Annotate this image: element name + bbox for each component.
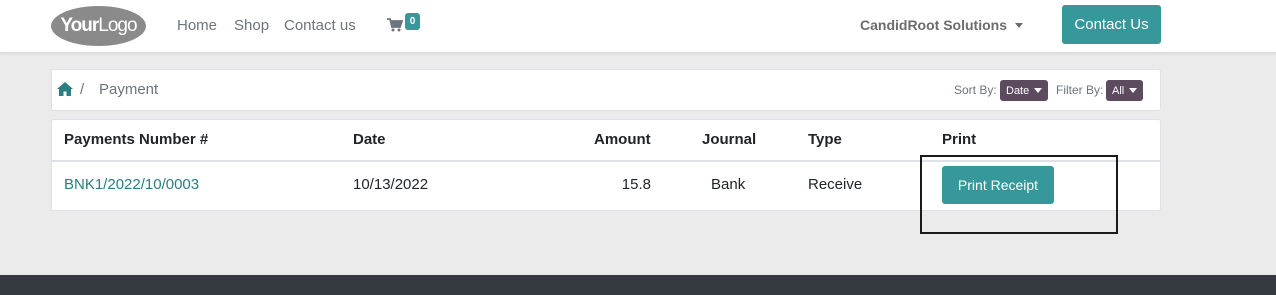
breadcrumb: / Payment Sort By: Date Filter By: All — [51, 69, 1161, 111]
column-header-date: Date — [353, 131, 386, 148]
sort-by-dropdown[interactable]: Date — [1000, 80, 1049, 101]
breadcrumb-current: Payment — [99, 81, 159, 98]
filter-by-value: All — [1112, 84, 1125, 97]
filter-by-dropdown[interactable]: All — [1106, 80, 1144, 101]
column-header-number: Payments Number # — [64, 131, 209, 148]
cart-icon — [387, 18, 403, 32]
payment-amount: 15.8 — [621, 176, 651, 193]
footer — [0, 275, 1276, 295]
top-navbar: Your Logo Home Shop Contact us 0 CandidRo… — [0, 0, 1276, 53]
contact-us-button[interactable]: Contact Us — [1062, 5, 1161, 44]
nav-contact-us[interactable]: Contact us — [284, 17, 356, 34]
home-icon[interactable] — [57, 82, 73, 101]
payment-type: Receive — [808, 176, 863, 193]
payment-date: 10/13/2022 — [353, 176, 429, 193]
breadcrumb-separator: / — [80, 81, 85, 98]
filter-by-label: Filter By: — [1056, 83, 1104, 97]
logo[interactable]: Your Logo — [51, 6, 146, 46]
payments-table: Payments Number # Date Amount Journal Ty… — [51, 119, 1161, 211]
chevron-down-icon — [1034, 88, 1043, 93]
header-divider — [52, 160, 1160, 162]
column-header-amount: Amount — [594, 131, 651, 148]
nav-home[interactable]: Home — [177, 17, 217, 34]
payment-number-link[interactable]: BNK1/2022/10/0003 — [64, 176, 199, 193]
company-dropdown[interactable]: CandidRoot Solutions — [860, 17, 1023, 33]
column-header-type: Type — [808, 131, 842, 148]
chevron-down-icon — [1129, 88, 1138, 93]
sort-by-value: Date — [1006, 84, 1030, 97]
print-receipt-button[interactable]: Print Receipt — [942, 166, 1054, 204]
column-header-print: Print — [942, 131, 977, 148]
cart-count-badge: 0 — [405, 13, 420, 30]
company-name: CandidRoot Solutions — [860, 17, 1007, 33]
column-header-journal: Journal — [702, 131, 757, 148]
cart-button[interactable]: 0 — [387, 13, 423, 39]
nav-shop[interactable]: Shop — [234, 17, 269, 34]
logo-text-thin: Logo — [98, 15, 137, 36]
logo-text-bold: Your — [60, 15, 99, 36]
chevron-down-icon — [1014, 22, 1023, 28]
sort-by-label: Sort By: — [954, 83, 997, 97]
payment-journal: Bank — [711, 176, 746, 193]
